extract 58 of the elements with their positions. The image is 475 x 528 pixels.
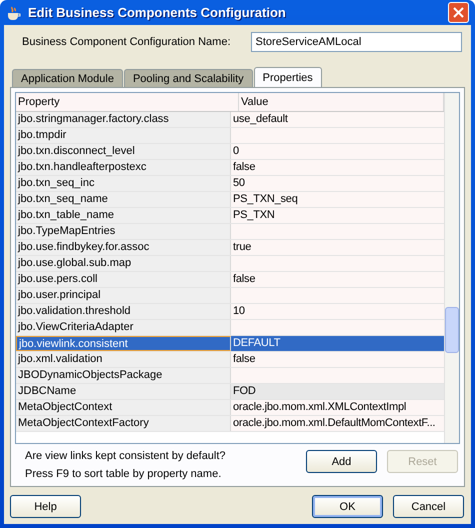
property-cell[interactable]: jbo.ViewCriteriaAdapter [16, 320, 231, 335]
property-cell[interactable]: MetaObjectContextFactory [16, 416, 231, 431]
property-cell[interactable]: jbo.user.principal [16, 288, 231, 303]
property-cell[interactable]: jbo.tmpdir [16, 128, 231, 143]
property-cell[interactable]: jbo.viewlink.consistent [16, 336, 231, 351]
window-title: Edit Business Components Configuration [28, 5, 287, 20]
ok-button[interactable]: OK [312, 495, 383, 518]
property-cell[interactable]: jbo.use.findbykey.for.assoc [16, 240, 231, 255]
value-cell[interactable]: oracle.jbo.mom.xml.DefaultMomContextF... [231, 416, 444, 431]
property-cell[interactable]: jbo.validation.threshold [16, 304, 231, 319]
value-cell[interactable] [231, 256, 444, 271]
value-cell[interactable]: false [231, 352, 444, 367]
property-cell[interactable]: MetaObjectContext [16, 400, 231, 415]
property-cell[interactable]: jbo.use.global.sub.map [16, 256, 231, 271]
value-cell[interactable]: PS_TXN_seq [231, 192, 444, 207]
coffee-cup-icon [6, 4, 22, 20]
property-cell[interactable]: jbo.txn_seq_name [16, 192, 231, 207]
property-cell[interactable]: jbo.txn_seq_inc [16, 176, 231, 191]
tab[interactable]: Pooling and Scalability [124, 69, 253, 87]
value-cell[interactable]: PS_TXN [231, 208, 444, 223]
scrollbar[interactable] [444, 93, 459, 443]
property-cell[interactable]: jbo.use.pers.coll [16, 272, 231, 287]
value-cell[interactable]: use_default [231, 112, 444, 127]
add-button[interactable]: Add [306, 450, 377, 473]
help-button[interactable]: Help [10, 495, 81, 518]
property-cell[interactable]: jbo.txn.disconnect_level [16, 144, 231, 159]
value-cell[interactable]: false [231, 160, 444, 175]
description-text: Are view links kept consistent by default? [25, 450, 226, 462]
value-cell[interactable]: 0 [231, 144, 444, 159]
property-cell[interactable]: jbo.stringmanager.factory.class [16, 112, 231, 127]
property-cell[interactable]: JBODynamicObjectsPackage [16, 368, 231, 383]
config-name-label: Business Component Configuration Name: [22, 36, 231, 48]
value-cell[interactable]: DEFAULT [231, 336, 444, 351]
column-header[interactable]: Property [16, 93, 239, 111]
property-cell[interactable]: jbo.txn_table_name [16, 208, 231, 223]
cancel-button[interactable]: Cancel [393, 495, 464, 518]
property-cell[interactable]: jbo.txn.handleafterpostexc [16, 160, 231, 175]
value-cell[interactable]: FOD [231, 384, 444, 399]
value-cell[interactable] [231, 368, 444, 383]
tab[interactable]: Properties [254, 67, 322, 87]
property-cell[interactable]: JDBCName [16, 384, 231, 399]
property-cell[interactable]: jbo.TypeMapEntries [16, 224, 231, 239]
value-cell[interactable] [231, 288, 444, 303]
close-button[interactable] [448, 2, 469, 23]
value-cell[interactable] [231, 320, 444, 335]
close-icon [453, 7, 464, 18]
config-name-field[interactable]: StoreServiceAMLocal [250, 32, 462, 52]
value-cell[interactable]: 50 [231, 176, 444, 191]
value-cell[interactable] [231, 224, 444, 239]
column-header[interactable]: Value [239, 93, 444, 111]
property-cell[interactable]: jbo.xml.validation [16, 352, 231, 367]
hint-text: Press F9 to sort table by property name. [25, 468, 222, 480]
value-cell[interactable]: true [231, 240, 444, 255]
tab[interactable]: Application Module [12, 69, 123, 87]
value-cell[interactable] [231, 128, 444, 143]
value-cell[interactable]: false [231, 272, 444, 287]
value-cell[interactable]: oracle.jbo.mom.xml.XMLContextImpl [231, 400, 444, 415]
value-cell[interactable]: 10 [231, 304, 444, 319]
